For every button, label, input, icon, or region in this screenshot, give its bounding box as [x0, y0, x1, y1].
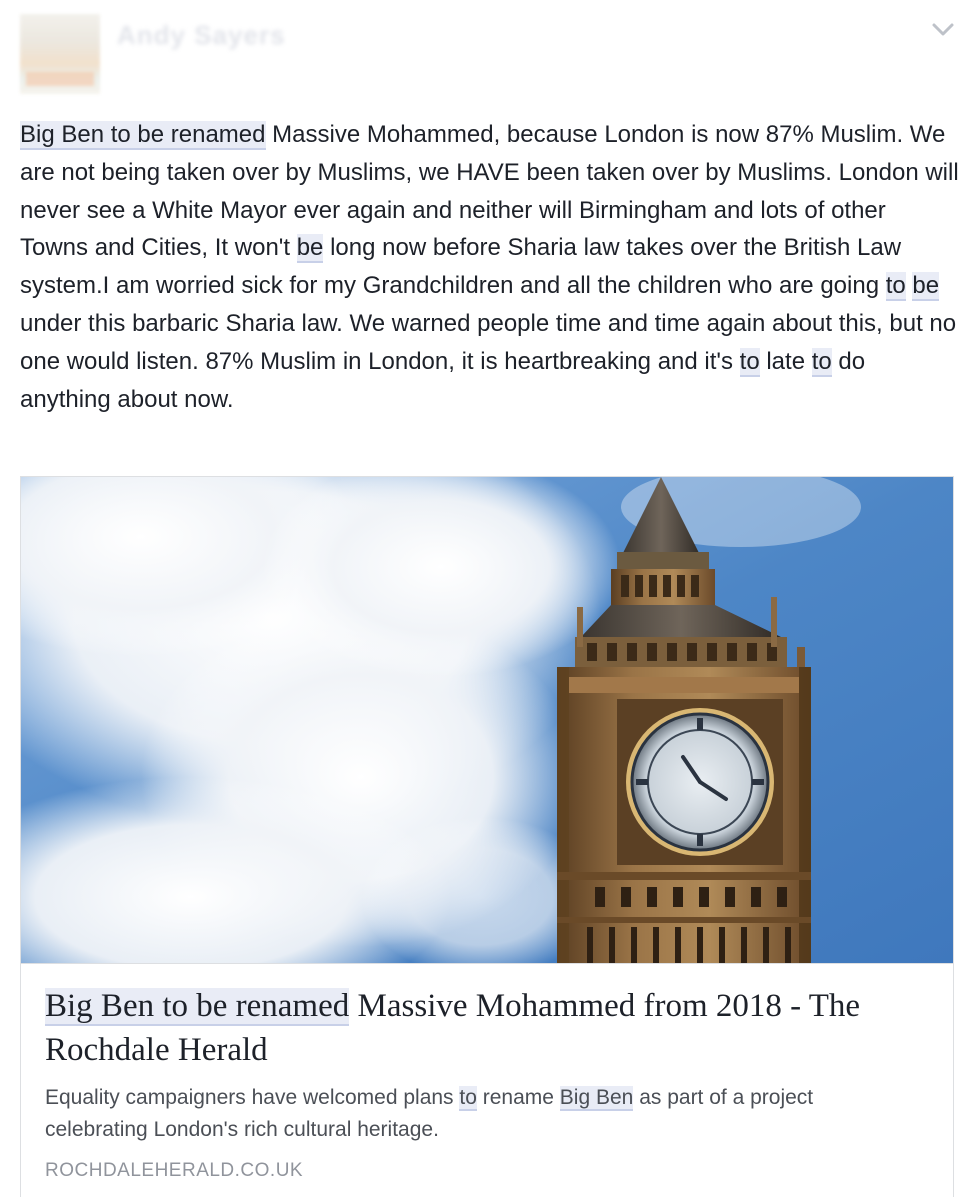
- link-domain: ROCHDALEHERALD.CO.UK: [45, 1160, 304, 1181]
- link-preview-image[interactable]: [21, 477, 953, 963]
- link-description-highlighted-term[interactable]: Big Ben: [559, 1086, 634, 1111]
- post-text-highlighted-term[interactable]: to: [739, 347, 760, 377]
- chevron-down-icon[interactable]: [930, 18, 956, 40]
- author-avatar[interactable]: [20, 14, 100, 94]
- facebook-post: Andy Sayers Big Ben to be renamed Massiv…: [0, 0, 980, 1197]
- author-name[interactable]: Andy Sayers: [117, 20, 286, 51]
- post-text-highlighted-term[interactable]: to: [885, 272, 906, 302]
- post-text-highlighted-term[interactable]: be: [296, 234, 324, 264]
- post-header: Andy Sayers: [0, 0, 980, 110]
- link-preview-card[interactable]: Big Ben to be renamed Massive Mohammed f…: [20, 476, 954, 1197]
- post-timestamp[interactable]: [117, 62, 207, 80]
- big-ben-photo: [21, 477, 953, 963]
- post-body-text: Big Ben to be renamed Massive Mohammed, …: [20, 116, 960, 418]
- link-preview-body[interactable]: Big Ben to be renamed Massive Mohammed f…: [21, 963, 953, 1197]
- post-text-highlighted-term[interactable]: Big Ben to be renamed: [20, 121, 266, 150]
- link-description: Equality campaigners have welcomed plans…: [45, 1082, 905, 1146]
- link-description-segment: Equality campaigners have welcomed plans: [45, 1086, 460, 1109]
- link-description-highlighted-term[interactable]: to: [459, 1086, 477, 1111]
- post-text-highlighted-term[interactable]: be: [912, 272, 940, 302]
- link-description-segment: rename: [476, 1086, 560, 1109]
- post-text-segment: late: [759, 347, 812, 375]
- link-title[interactable]: Big Ben to be renamed Massive Mohammed f…: [45, 984, 935, 1072]
- post-text-highlighted-term[interactable]: to: [811, 347, 832, 377]
- link-title-highlighted-term[interactable]: Big Ben to be renamed: [45, 988, 350, 1026]
